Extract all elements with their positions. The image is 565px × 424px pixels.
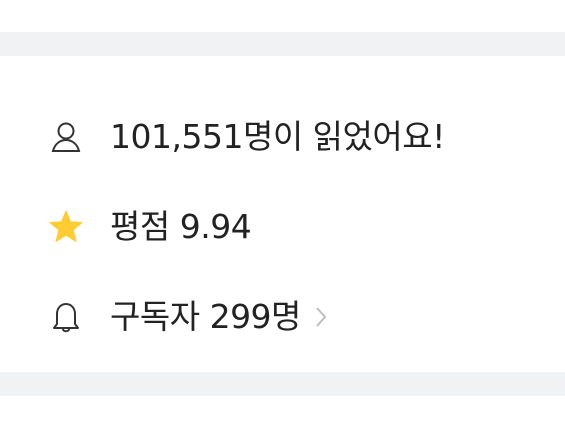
top-spacer bbox=[0, 0, 565, 32]
bottom-spacer bbox=[0, 396, 565, 424]
subscribers-row[interactable]: 구독자 299명 bbox=[0, 272, 565, 362]
section-divider-top bbox=[0, 32, 565, 56]
readers-count-text: 101,551명이 읽었어요! bbox=[110, 117, 445, 156]
readers-row: 101,551명이 읽었어요! bbox=[0, 92, 565, 182]
rating-row: 평점 9.94 bbox=[0, 182, 565, 272]
subscribers-count-text[interactable]: 구독자 299명 bbox=[110, 297, 301, 337]
stats-card: 101,551명이 읽었어요! 평점 9.94 구독자 299명 bbox=[0, 56, 565, 372]
user-icon bbox=[46, 117, 86, 157]
section-divider-bottom bbox=[0, 372, 565, 396]
star-icon bbox=[46, 207, 86, 247]
bell-icon bbox=[46, 297, 86, 337]
rating-text: 평점 9.94 bbox=[110, 207, 252, 246]
chevron-right-icon[interactable] bbox=[313, 305, 329, 329]
